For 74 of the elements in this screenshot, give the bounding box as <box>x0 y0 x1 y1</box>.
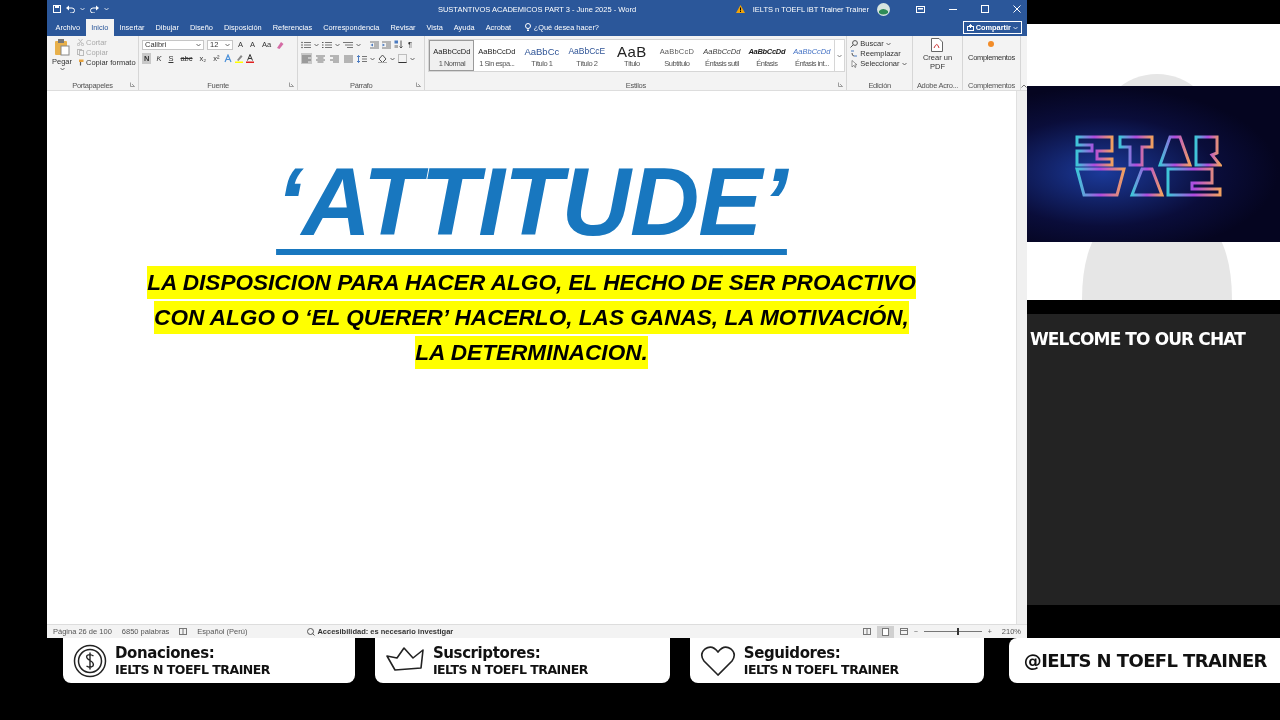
share-icon <box>966 24 974 31</box>
caret-icon[interactable] <box>901 61 907 66</box>
accessibility-icon[interactable] <box>307 627 316 636</box>
banner-title: Seguidores: <box>743 644 842 662</box>
dialog-launcher-icon[interactable] <box>416 82 422 87</box>
lightbulb-icon <box>524 23 531 32</box>
clear-formatting-icon[interactable] <box>276 40 285 49</box>
align-lines-icon <box>330 54 340 63</box>
banner-text: IELTS N TOEFL TRAINER <box>115 662 270 677</box>
bullets-icon[interactable] <box>301 40 312 49</box>
multilevel-list-icon[interactable] <box>343 40 354 49</box>
add-ins-icon <box>988 41 995 47</box>
align-right-button[interactable] <box>329 53 341 64</box>
warning-icon[interactable] <box>735 5 745 13</box>
read-mode-icon[interactable] <box>862 628 871 635</box>
save-icon[interactable] <box>53 5 61 13</box>
increase-indent-icon[interactable] <box>382 40 392 49</box>
banner-text: @IELTS N TOEFL TRAINER <box>1023 650 1267 671</box>
banner-title: Suscriptores: <box>432 644 542 662</box>
chat-title: WELCOME TO OUR CHAT <box>1029 328 1247 349</box>
caret-icon[interactable] <box>314 42 320 47</box>
scissors-icon <box>77 39 84 46</box>
dollar-coin-icon <box>73 643 107 678</box>
align-justify-button[interactable] <box>343 53 355 64</box>
dialog-launcher-icon[interactable] <box>130 82 135 87</box>
maximize-icon[interactable] <box>981 5 989 13</box>
sort-icon[interactable] <box>394 40 404 49</box>
cursor-icon <box>850 59 859 68</box>
caret-icon[interactable] <box>196 42 201 47</box>
banner-text: IELTS N TOEFL TRAINER <box>432 662 588 677</box>
dialog-launcher-icon[interactable] <box>289 82 295 87</box>
line-spacing-icon[interactable] <box>357 54 368 63</box>
redo-icon[interactable] <box>90 5 99 13</box>
align-lines-icon <box>344 54 354 63</box>
replace-icon <box>850 49 859 58</box>
borders-icon[interactable] <box>398 54 408 63</box>
align-lines-icon <box>316 54 326 63</box>
text-effects-icon[interactable] <box>224 54 233 63</box>
align-left-button[interactable] <box>301 53 313 64</box>
caret-icon[interactable] <box>335 42 341 47</box>
align-center-button[interactable] <box>315 53 327 64</box>
banner-text: IELTS N TOEFL TRAINER <box>743 662 899 677</box>
collapse-ribbon-icon[interactable] <box>1021 84 1027 88</box>
document-heading: ‘ATTITUDE’ <box>276 153 787 251</box>
copy-icon <box>77 49 84 56</box>
caret-icon[interactable] <box>390 56 396 61</box>
caret-icon[interactable] <box>885 41 891 46</box>
caret-icon[interactable] <box>356 42 362 47</box>
decrease-indent-icon[interactable] <box>370 40 380 49</box>
search-icon <box>850 39 859 48</box>
print-layout-button[interactable] <box>876 625 894 638</box>
numbering-icon[interactable] <box>322 40 333 49</box>
heart-icon <box>699 644 736 677</box>
caret-icon[interactable] <box>410 56 416 61</box>
page-icon <box>881 627 889 636</box>
caret-icon[interactable] <box>370 56 376 61</box>
banner-title: Donaciones: <box>115 644 216 662</box>
font-color-icon[interactable] <box>246 54 255 63</box>
align-lines-icon <box>302 54 312 63</box>
ribbon-display-icon[interactable] <box>916 5 925 13</box>
paintbrush-icon <box>77 59 84 66</box>
web-layout-icon[interactable] <box>899 628 908 635</box>
customize-icon[interactable] <box>104 7 109 11</box>
close-icon[interactable] <box>1013 5 1021 13</box>
zoom-slider-thumb[interactable] <box>957 628 960 635</box>
caret-icon[interactable] <box>59 67 65 71</box>
avatar-icon[interactable] <box>877 2 890 16</box>
gallery-more-icon[interactable] <box>837 52 843 59</box>
undo-icon[interactable] <box>66 5 75 13</box>
vertical-scrollbar[interactable] <box>1016 91 1027 624</box>
caret-icon[interactable] <box>225 42 230 47</box>
dialog-launcher-icon[interactable] <box>838 82 844 87</box>
shading-icon[interactable] <box>378 54 388 63</box>
proofing-icon[interactable] <box>179 628 188 635</box>
